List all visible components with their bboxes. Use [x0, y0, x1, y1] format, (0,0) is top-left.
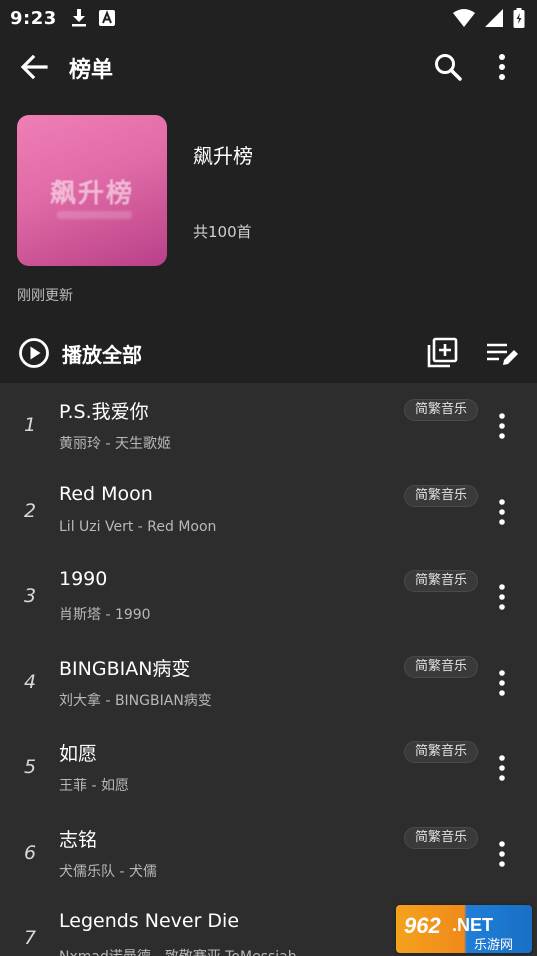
play-all-label: 播放全部: [62, 342, 142, 367]
play-all-button[interactable]: 播放全部: [18, 337, 142, 369]
playlist-cover[interactable]: 飙升榜: [17, 115, 167, 266]
song-index: 6: [23, 842, 37, 864]
song-source-tag: 简繁音乐: [404, 570, 479, 592]
song-artist-album: 犬儒乐队 - 犬儒: [59, 864, 157, 880]
more-vert-icon[interactable]: [490, 51, 514, 83]
more-vert-icon[interactable]: [491, 753, 513, 783]
status-bar: 9:23: [0, 0, 537, 36]
signal-icon: [485, 9, 503, 27]
more-vert-icon[interactable]: [491, 668, 513, 698]
song-artist-album: 刘大拿 - BINGBIAN病变: [59, 693, 212, 709]
watermark-logo: 962 .NET 乐游网: [396, 905, 532, 953]
song-source-tag: 简繁音乐: [404, 741, 479, 763]
playlist-count: 共100首: [193, 223, 252, 241]
app-bar: 榜单: [0, 36, 537, 98]
song-artist-album: 王菲 - 如愿: [59, 778, 129, 794]
status-right-icons: [453, 8, 525, 28]
library-add-icon[interactable]: [426, 337, 458, 369]
song-index: 5: [23, 756, 37, 778]
song-title: 1990: [59, 568, 108, 590]
svg-text:.NET: .NET: [452, 915, 493, 935]
watermark-graphic: 962 .NET 乐游网: [404, 913, 513, 953]
song-row[interactable]: 5 如愿 王菲 - 如愿 简繁音乐: [0, 725, 537, 811]
update-status: 刚刚更新: [17, 288, 73, 304]
search-icon[interactable]: [432, 51, 464, 83]
more-vert-icon[interactable]: [491, 411, 513, 441]
cover-subtitle-blur: [57, 211, 132, 219]
song-index: 7: [23, 927, 37, 949]
song-source-tag: 简繁音乐: [404, 656, 479, 678]
more-vert-icon[interactable]: [491, 497, 513, 527]
song-artist-album: Lil Uzi Vert - Red Moon: [59, 519, 217, 535]
song-index: 2: [23, 500, 37, 522]
song-artist-album: Nxmad诺曼德 - 致敬赛亚 ToMessiah: [59, 946, 297, 956]
song-list: 1 P.S.我爱你 黄丽玲 - 天生歌姬 简繁音乐 2 Red Moon Lil…: [0, 383, 537, 956]
song-source-tag: 简繁音乐: [404, 399, 479, 421]
play-all-row: 播放全部: [0, 325, 537, 381]
arrow-left-icon[interactable]: [18, 51, 50, 83]
song-title: P.S.我爱你: [59, 401, 149, 423]
song-index: 3: [23, 585, 37, 607]
status-time: 9:23: [10, 7, 57, 29]
cover-title: 飙升榜: [49, 179, 134, 209]
song-title: Red Moon: [59, 483, 153, 505]
song-title: 如愿: [59, 743, 98, 765]
svg-text:乐游网: 乐游网: [474, 938, 513, 953]
song-index: 1: [23, 414, 37, 436]
battery-icon: [513, 8, 525, 28]
play-circle-icon: [19, 338, 49, 368]
song-artist-album: 肖斯塔 - 1990: [59, 607, 151, 623]
status-left-icons: [71, 9, 115, 27]
svg-text:962: 962: [404, 913, 441, 938]
song-row[interactable]: 2 Red Moon Lil Uzi Vert - Red Moon 简繁音乐: [0, 469, 537, 555]
download-icon: [71, 9, 86, 27]
song-source-tag: 简繁音乐: [404, 485, 479, 507]
playlist-name: 飙升榜: [193, 144, 253, 168]
song-row[interactable]: 3 1990 肖斯塔 - 1990 简繁音乐: [0, 554, 537, 640]
song-artist-album: 黄丽玲 - 天生歌姬: [59, 436, 171, 452]
song-row[interactable]: 6 志铭 犬儒乐队 - 犬儒 简繁音乐: [0, 811, 537, 897]
song-index: 4: [23, 671, 37, 693]
song-title: Legends Never Die: [59, 910, 240, 932]
more-vert-icon[interactable]: [491, 582, 513, 612]
wifi-icon: [453, 9, 475, 27]
song-row[interactable]: 1 P.S.我爱你 黄丽玲 - 天生歌姬 简繁音乐: [0, 383, 537, 469]
song-title: BINGBIAN病变: [59, 658, 191, 680]
song-row[interactable]: 4 BINGBIAN病变 刘大拿 - BINGBIAN病变 简繁音乐: [0, 640, 537, 726]
song-title: 志铭: [59, 829, 98, 851]
page-title: 榜单: [69, 58, 114, 83]
text-a-icon: [98, 10, 115, 26]
playlist-edit-icon[interactable]: [485, 337, 519, 369]
song-source-tag: 简繁音乐: [404, 827, 479, 849]
more-vert-icon[interactable]: [491, 839, 513, 869]
